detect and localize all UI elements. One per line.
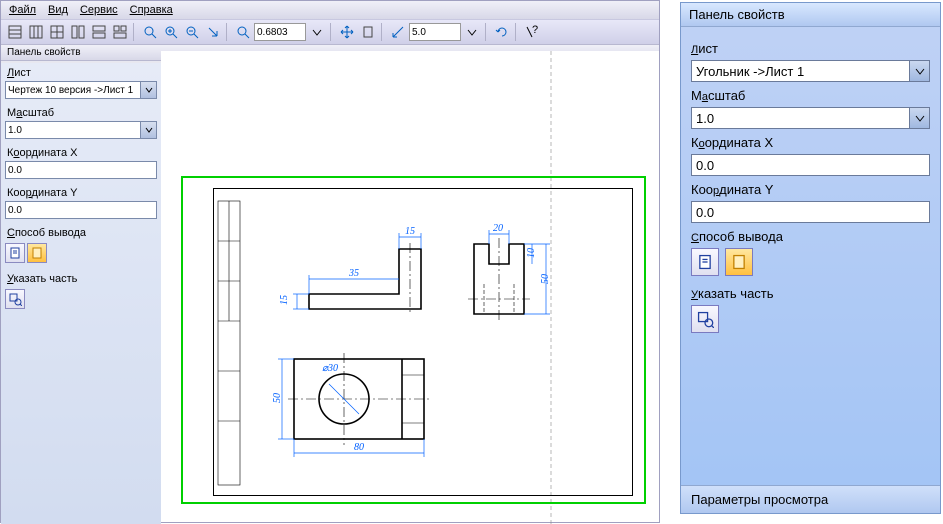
label-coord-x: Координата Х: [1, 143, 161, 161]
toolbar-separator-5: [485, 23, 489, 41]
grid-icon-2[interactable]: [26, 22, 46, 42]
r-label-coord-y: Координата Y: [691, 182, 930, 197]
svg-text:20: 20: [493, 223, 503, 234]
coord-x-input-right[interactable]: [691, 154, 930, 176]
grid-icon-3[interactable]: [47, 22, 67, 42]
refresh-icon[interactable]: [492, 22, 512, 42]
main-toolbar: ?: [1, 19, 659, 45]
pan-icon[interactable]: [337, 22, 357, 42]
menu-help[interactable]: Справка: [130, 4, 173, 16]
zoom-in-icon[interactable]: [161, 22, 181, 42]
menu-file[interactable]: Файл: [9, 4, 36, 16]
output-page-icon-selected[interactable]: [27, 243, 47, 263]
svg-text:50: 50: [272, 393, 283, 403]
r-label-coord-x: Координата Х: [691, 135, 930, 150]
scale-icon[interactable]: [388, 22, 408, 42]
svg-text:⌀30: ⌀30: [322, 363, 338, 374]
toolbar-separator-2: [226, 23, 230, 41]
tab-view-parameters[interactable]: Параметры просмотра: [681, 485, 940, 513]
svg-text:15: 15: [405, 226, 415, 237]
label-part-left: Указать часть: [1, 269, 161, 287]
svg-text:10: 10: [526, 248, 537, 258]
dropdown-icon[interactable]: [307, 22, 327, 42]
label-scale: Масштаб: [1, 103, 161, 121]
coord-y-input-left[interactable]: [5, 201, 157, 219]
layout-icon-2[interactable]: [89, 22, 109, 42]
label-output-left: Способ вывода: [1, 223, 161, 241]
svg-text:15: 15: [279, 295, 290, 305]
svg-text:?: ?: [532, 25, 538, 36]
left-properties-panel: Лист /* cheat for partial underline hand…: [1, 63, 161, 524]
print-preview-frame: 15 35 15: [181, 176, 646, 504]
list-select-left[interactable]: Чертеж 10 версия ->Лист 1: [5, 81, 157, 99]
grid-icon-1[interactable]: [5, 22, 25, 42]
toolbar-separator-4: [381, 23, 385, 41]
dropdown-icon-2[interactable]: [462, 22, 482, 42]
help-icon[interactable]: ?: [522, 22, 542, 42]
zoom-glass-icon[interactable]: [233, 22, 253, 42]
right-panel-header: Панель свойств: [681, 3, 940, 27]
coord-x-input-left[interactable]: [5, 161, 157, 179]
main-cad-window: Файл Вид Сервис Справка ? Панель свойств: [0, 0, 660, 523]
part-select-icon-right[interactable]: [691, 305, 719, 333]
list-select-right[interactable]: Угольник ->Лист 1: [691, 60, 930, 82]
part-select-icon[interactable]: [5, 289, 25, 309]
svg-text:50: 50: [540, 274, 551, 284]
scale-select-left[interactable]: 1.0: [5, 121, 157, 139]
right-properties-panel: Панель свойств Лист Угольник ->Лист 1 Ма…: [680, 2, 941, 514]
output-page-icon-right-selected[interactable]: [725, 248, 753, 276]
svg-text:80: 80: [354, 442, 364, 453]
menu-service[interactable]: Сервис: [80, 4, 118, 16]
drawing-border: 15 35 15: [213, 188, 633, 496]
r-label-output: Способ вывода: [691, 229, 930, 244]
zoom-out-icon[interactable]: [182, 22, 202, 42]
scale-input[interactable]: [409, 23, 461, 41]
zoom-arrow-icon[interactable]: [203, 22, 223, 42]
drawing-canvas[interactable]: 15 35 15: [161, 51, 659, 522]
output-page-icon[interactable]: [5, 243, 25, 263]
zoom-value-input[interactable]: [254, 23, 306, 41]
coord-y-input-right[interactable]: [691, 201, 930, 223]
zoom-fit-icon[interactable]: [140, 22, 160, 42]
menu-view[interactable]: Вид: [48, 4, 68, 16]
menu-bar: Файл Вид Сервис Справка: [1, 1, 659, 19]
page-icon[interactable]: [358, 22, 378, 42]
toolbar-separator: [133, 23, 137, 41]
label-coord-y: Координата Y: [1, 183, 161, 201]
svg-text:35: 35: [348, 268, 359, 279]
toolbar-separator-3: [330, 23, 334, 41]
r-label-part: Указать часть: [691, 286, 930, 301]
toolbar-separator-6: [515, 23, 519, 41]
label-list: Лист: [1, 63, 161, 81]
layout-icon-1[interactable]: [68, 22, 88, 42]
layout-icon-3[interactable]: [110, 22, 130, 42]
r-label-scale: Масштаб: [691, 88, 930, 103]
scale-select-right[interactable]: 1.0: [691, 107, 930, 129]
r-label-list: Лист: [691, 41, 930, 56]
output-page-icon-right[interactable]: [691, 248, 719, 276]
